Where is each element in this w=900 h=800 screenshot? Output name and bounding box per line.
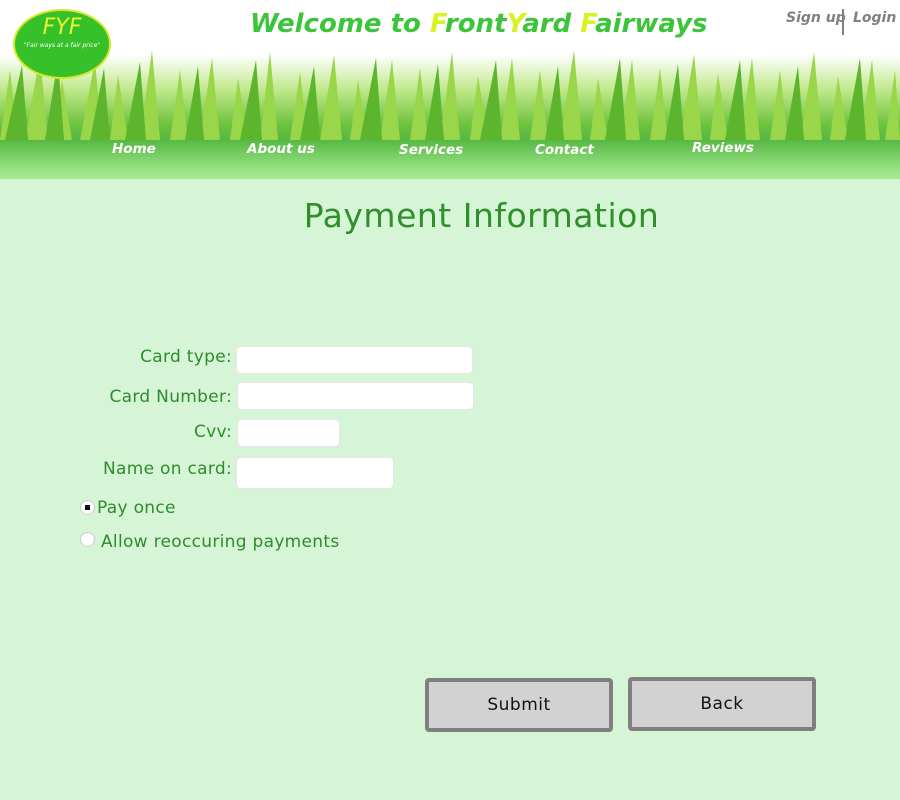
signup-link[interactable]: Sign up xyxy=(786,10,846,26)
site-title-part: ront xyxy=(444,9,507,39)
recurring-payments-label: Allow reoccuring payments xyxy=(101,532,340,552)
auth-divider xyxy=(842,9,844,35)
site-title-part: ard xyxy=(522,9,581,39)
header-banner: FYF "Fair ways at a fair price" Welcome … xyxy=(0,0,900,179)
site-title-highlight: F xyxy=(580,9,596,39)
nav-home[interactable]: Home xyxy=(112,141,156,157)
card-type-input[interactable] xyxy=(236,346,473,374)
card-number-label: Card Number: xyxy=(109,387,232,407)
submit-button[interactable]: Submit xyxy=(425,678,613,732)
page-title: Payment Information xyxy=(303,196,660,235)
back-button[interactable]: Back xyxy=(628,677,816,731)
cvv-label: Cvv: xyxy=(194,422,232,442)
logo-tagline: "Fair ways at a fair price" xyxy=(23,42,101,49)
pay-once-radio[interactable] xyxy=(80,500,95,515)
logo-title: FYF xyxy=(42,15,82,40)
recurring-payments-radio[interactable] xyxy=(80,532,95,547)
site-title: Welcome to FrontYard Fairways xyxy=(250,9,708,39)
cvv-input[interactable] xyxy=(237,419,340,447)
site-title-highlight: F xyxy=(429,9,445,39)
pay-once-label: Pay once xyxy=(97,498,176,518)
site-title-highlight: Y xyxy=(506,9,523,39)
fyf-logo[interactable]: FYF "Fair ways at a fair price" xyxy=(13,9,111,79)
login-link[interactable]: Login xyxy=(853,10,896,26)
name-on-card-label: Name on card: xyxy=(102,459,232,479)
grass-banner-image xyxy=(0,50,900,140)
radio-selected-dot xyxy=(85,505,90,510)
name-on-card-input[interactable] xyxy=(236,457,394,489)
nav-contact[interactable]: Contact xyxy=(535,142,594,158)
nav-about-us[interactable]: About us xyxy=(247,141,315,157)
card-number-input[interactable] xyxy=(237,382,474,410)
nav-services[interactable]: Services xyxy=(399,142,463,158)
nav-reviews[interactable]: Reviews xyxy=(692,140,754,156)
site-title-part: Welcome to xyxy=(250,9,430,39)
site-title-part: airways xyxy=(595,9,708,39)
card-type-label: Card type: xyxy=(140,347,232,367)
